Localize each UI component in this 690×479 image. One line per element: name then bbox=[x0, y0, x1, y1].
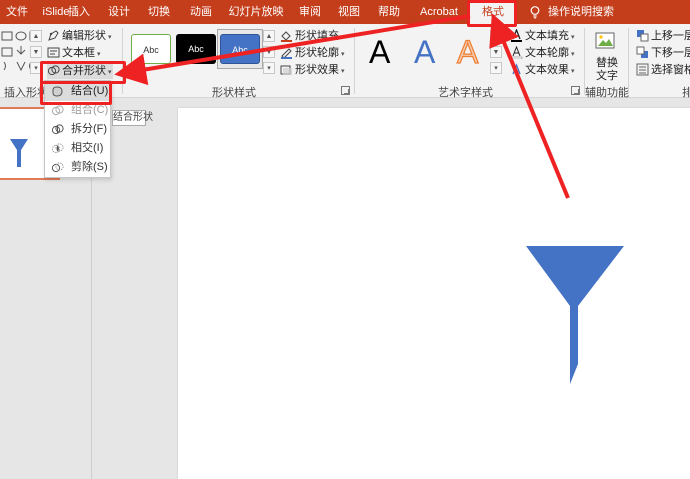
paint-bucket-icon bbox=[281, 31, 292, 42]
send-backward-icon bbox=[636, 46, 648, 58]
menu-item-fragment[interactable]: 拆分(F) bbox=[45, 120, 110, 139]
text-effects-button[interactable]: 文本效果 ▾ bbox=[510, 62, 575, 78]
styles-more[interactable]: ▾ bbox=[263, 62, 275, 74]
edit-shape-icon bbox=[48, 30, 59, 41]
shape-effects-button[interactable]: 形状效果 ▾ bbox=[280, 62, 345, 78]
edit-shape-label: 编辑形状 bbox=[62, 30, 106, 42]
menu-item-intersect-label: 相交(I) bbox=[71, 142, 104, 154]
wordart-styles-group-label: 艺术字样式 bbox=[438, 87, 493, 99]
menu-item-intersect[interactable]: 相交(I) bbox=[45, 139, 110, 158]
wordart-dialog-launcher[interactable] bbox=[571, 86, 580, 95]
bring-forward-label: 上移一层 bbox=[651, 30, 690, 42]
annotation-box-union bbox=[40, 81, 112, 105]
text-outline-button[interactable]: 文本轮廓 ▾ bbox=[510, 45, 575, 61]
annotation-box-format-tab bbox=[467, 0, 517, 27]
tab-animations[interactable]: 动画 bbox=[184, 0, 218, 24]
styles-scroll-up[interactable]: ▲ bbox=[263, 30, 275, 42]
tab-insert[interactable]: 插入 bbox=[64, 0, 94, 24]
wordart-style-black[interactable]: A bbox=[369, 32, 390, 72]
shapes-scroll-down[interactable]: ▼ bbox=[30, 46, 42, 58]
tab-slide-show[interactable]: 幻灯片放映 bbox=[226, 0, 286, 24]
shape-fill-button[interactable]: 形状填充 ▾ bbox=[280, 28, 345, 44]
intersect-icon bbox=[51, 143, 64, 154]
shape-outline-button[interactable]: 形状轮廓 ▾ bbox=[280, 45, 345, 61]
pen-icon bbox=[281, 48, 292, 59]
lightbulb-icon bbox=[530, 6, 540, 19]
subtract-icon bbox=[51, 162, 64, 173]
tab-acrobat[interactable]: Acrobat bbox=[414, 0, 464, 24]
text-fill-label: 文本填充 bbox=[525, 30, 569, 42]
combine-icon bbox=[51, 105, 64, 116]
text-fill-icon bbox=[511, 29, 522, 42]
text-box-label: 文本框 bbox=[62, 47, 95, 59]
shape-outline-label: 形状轮廓 bbox=[295, 47, 339, 59]
selection-pane-label: 选择窗格 bbox=[651, 64, 690, 76]
menu-item-subtract[interactable]: 剪除(S) bbox=[45, 158, 110, 177]
selection-pane-icon bbox=[636, 63, 649, 76]
slide-canvas[interactable] bbox=[178, 108, 690, 479]
alt-text-icon bbox=[595, 32, 615, 49]
shape-effects-icon bbox=[280, 65, 292, 75]
funnel-shape-thumbnail bbox=[10, 139, 28, 167]
arrange-group-label: 排 bbox=[682, 87, 690, 99]
wordart-style-blue[interactable]: A bbox=[414, 32, 435, 72]
selection-pane-button[interactable]: 选择窗格 bbox=[636, 62, 690, 78]
menu-item-combine-label: 组合(C) bbox=[71, 104, 109, 116]
send-backward-label: 下移一层 bbox=[651, 47, 690, 59]
group-separator bbox=[354, 28, 355, 94]
tab-review[interactable]: 审阅 bbox=[294, 0, 326, 24]
wordart-scroll-up[interactable]: ▲ bbox=[490, 30, 502, 42]
union-tooltip: 结合形状 bbox=[112, 110, 153, 126]
tab-file[interactable]: 文件 bbox=[4, 0, 30, 24]
text-effects-icon bbox=[512, 63, 521, 75]
shape-styles-dialog-launcher[interactable] bbox=[341, 86, 350, 95]
shape-effects-label: 形状效果 bbox=[295, 64, 339, 76]
text-outline-icon bbox=[510, 46, 523, 59]
funnel-shape[interactable] bbox=[526, 244, 626, 386]
shape-styles-group-label: 形状样式 bbox=[212, 87, 256, 99]
menu-item-subtract-label: 剪除(S) bbox=[71, 161, 108, 173]
tab-help[interactable]: 帮助 bbox=[372, 0, 406, 24]
tab-view[interactable]: 视图 bbox=[334, 0, 364, 24]
accessibility-group-label: 辅助功能 bbox=[585, 87, 629, 99]
bring-forward-icon bbox=[637, 30, 649, 42]
fragment-icon bbox=[51, 124, 64, 135]
shape-style-swatch-black[interactable]: Abc bbox=[176, 34, 216, 64]
menu-item-fragment-label: 拆分(F) bbox=[71, 123, 108, 135]
wordart-scroll-down[interactable]: ▼ bbox=[490, 46, 502, 58]
text-outline-label: 文本轮廓 bbox=[525, 47, 569, 59]
bring-forward-button[interactable]: 上移一层 bbox=[636, 28, 690, 44]
edit-shape-button[interactable]: 编辑形状 ▾ bbox=[47, 28, 112, 44]
wordart-more[interactable]: ▾ bbox=[490, 62, 502, 74]
shape-style-swatch-outline[interactable]: Abc bbox=[131, 34, 171, 64]
text-effects-label: 文本效果 bbox=[525, 64, 569, 76]
tell-me-search[interactable]: 操作说明搜索 bbox=[548, 0, 614, 24]
group-separator bbox=[628, 28, 629, 94]
shapes-scroll-up[interactable]: ▲ bbox=[30, 30, 42, 42]
text-box-button[interactable]: 文本框 ▾ bbox=[47, 45, 101, 61]
tab-design[interactable]: 设计 bbox=[104, 0, 134, 24]
send-backward-button[interactable]: 下移一层 bbox=[636, 45, 690, 61]
shape-style-swatch-blue[interactable]: Abc bbox=[220, 34, 260, 64]
text-box-icon bbox=[47, 47, 60, 58]
ribbon-tab-bar: 文件 iSlide 插入 设计 切换 动画 幻灯片放映 审阅 视图 帮助 Acr… bbox=[0, 0, 690, 24]
shape-fill-label: 形状填充 bbox=[295, 30, 339, 42]
styles-scroll-down[interactable]: ▼ bbox=[263, 46, 275, 58]
text-fill-button[interactable]: 文本填充 ▾ bbox=[510, 28, 575, 44]
alt-text-label-line2[interactable]: 文字 bbox=[596, 68, 618, 84]
tab-transitions[interactable]: 切换 bbox=[144, 0, 174, 24]
wordart-style-orange-outline[interactable]: A bbox=[456, 32, 479, 72]
